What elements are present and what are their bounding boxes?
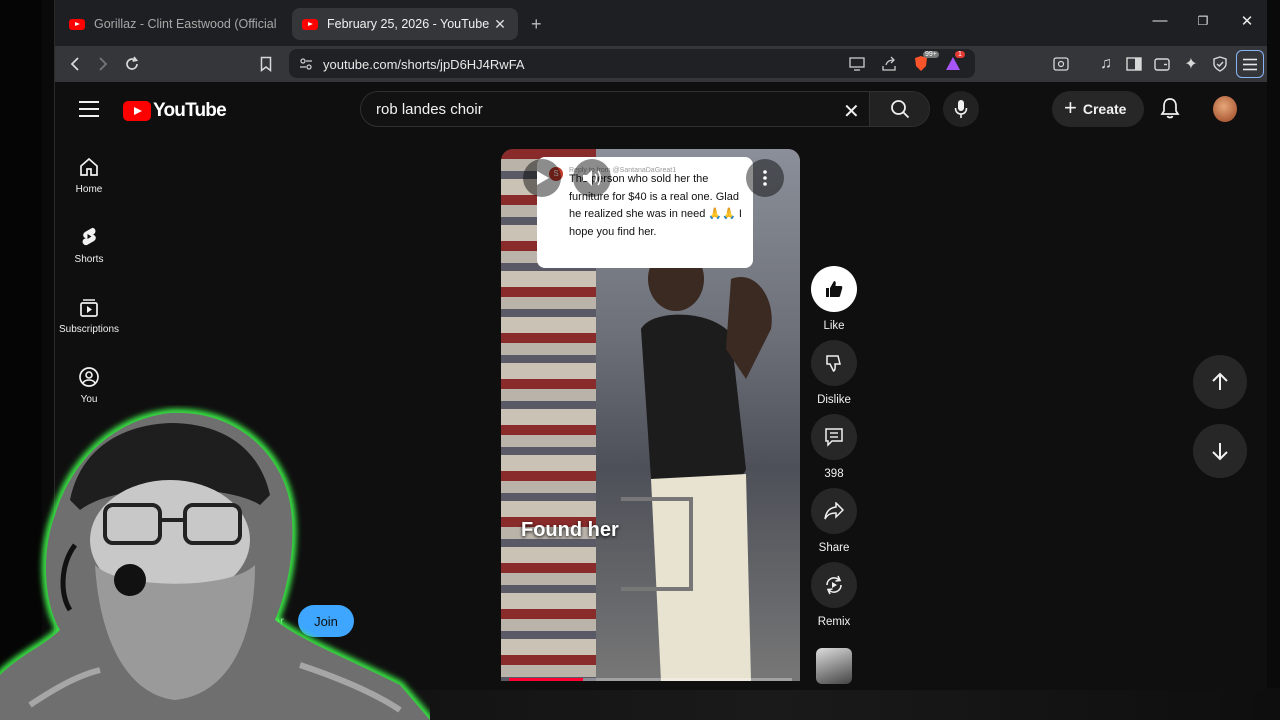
video-person bbox=[621, 247, 772, 681]
search-icon bbox=[891, 100, 910, 119]
volume-icon bbox=[583, 170, 601, 186]
video-progress-bar[interactable] bbox=[509, 678, 792, 681]
previous-short-button[interactable] bbox=[1193, 355, 1247, 409]
music-icon[interactable]: ♫ bbox=[1096, 54, 1116, 74]
restore-icon[interactable]: ❐ bbox=[1193, 14, 1213, 28]
menu-icon[interactable] bbox=[1236, 50, 1264, 78]
back-icon[interactable] bbox=[65, 54, 85, 74]
youtube-play-icon bbox=[123, 101, 151, 121]
remix-button[interactable]: Remix bbox=[811, 562, 857, 628]
dislike-button[interactable]: Dislike bbox=[811, 340, 857, 406]
reload-icon[interactable] bbox=[122, 54, 142, 74]
search-button[interactable] bbox=[869, 92, 929, 126]
address-bar[interactable]: youtube.com/shorts/jpD6HJ4RwFA 99+ 1 bbox=[289, 49, 975, 78]
tab-title: February 25, 2026 - YouTube bbox=[327, 17, 490, 31]
next-short-button[interactable] bbox=[1193, 424, 1247, 478]
comment-icon bbox=[825, 428, 843, 447]
bookmark-icon[interactable] bbox=[256, 54, 276, 74]
volume-button[interactable] bbox=[573, 159, 611, 197]
notifications-icon[interactable] bbox=[1160, 97, 1180, 124]
rewards-badge: 1 bbox=[955, 51, 965, 58]
plus-icon: + bbox=[1064, 95, 1077, 120]
tab-gorillaz[interactable]: Gorillaz - Clint Eastwood (Official Vid bbox=[59, 8, 289, 40]
browser-toolbar: youtube.com/shorts/jpD6HJ4RwFA 99+ 1 ♫ ✦ bbox=[55, 46, 1267, 82]
youtube-logo-text: YouTube bbox=[153, 100, 227, 121]
minimize-icon[interactable]: — bbox=[1150, 12, 1170, 29]
cast-icon[interactable] bbox=[849, 57, 865, 71]
microphone-icon bbox=[954, 100, 968, 118]
nav-you[interactable]: You bbox=[55, 366, 123, 405]
play-button[interactable] bbox=[523, 159, 561, 197]
youtube-favicon-icon bbox=[69, 18, 85, 30]
youtube-logo[interactable]: YouTube bbox=[123, 100, 227, 122]
more-options-button[interactable] bbox=[746, 159, 784, 197]
clear-search-icon[interactable]: ✕ bbox=[843, 99, 860, 124]
sound-thumbnail[interactable] bbox=[816, 648, 852, 684]
forward-icon[interactable] bbox=[93, 54, 113, 74]
create-label: Create bbox=[1082, 101, 1127, 117]
tab-youtube-active[interactable]: February 25, 2026 - YouTube ✕ bbox=[292, 8, 518, 40]
new-tab-button[interactable]: + bbox=[531, 14, 542, 35]
nav-label: You bbox=[80, 394, 98, 405]
nav-label: Subscriptions bbox=[58, 324, 120, 335]
vpn-icon[interactable] bbox=[1210, 54, 1230, 74]
progress-fill bbox=[509, 678, 583, 681]
like-button[interactable]: Like bbox=[811, 266, 857, 332]
tab-title: Gorillaz - Clint Eastwood (Official Vid bbox=[94, 17, 279, 31]
shields-badge: 99+ bbox=[923, 51, 939, 58]
dislike-label: Dislike bbox=[817, 394, 851, 406]
tab-strip: Gorillaz - Clint Eastwood (Official Vid … bbox=[55, 0, 1267, 46]
you-icon bbox=[79, 367, 99, 387]
close-window-icon[interactable]: ✕ bbox=[1237, 12, 1257, 30]
comment-reply-card: S Reply to from @SantanaDaGreat1 The per… bbox=[537, 157, 753, 268]
arrow-up-icon bbox=[1212, 372, 1228, 390]
like-label: Like bbox=[823, 320, 845, 332]
create-button[interactable]: + Create bbox=[1052, 91, 1144, 127]
leo-ai-icon[interactable]: ✦ bbox=[1181, 54, 1201, 74]
comment-count: 398 bbox=[824, 468, 844, 480]
webcam-overlay bbox=[0, 408, 430, 720]
thumbs-down-icon bbox=[826, 355, 841, 372]
nav-subscriptions[interactable]: Subscriptions bbox=[55, 296, 123, 335]
play-icon bbox=[537, 171, 549, 185]
sidebar-toggle-icon[interactable] bbox=[1124, 54, 1144, 74]
subscriptions-icon bbox=[80, 299, 98, 317]
remix-label: Remix bbox=[817, 616, 851, 628]
wallet-icon[interactable] bbox=[1152, 54, 1172, 74]
site-info-icon[interactable] bbox=[299, 57, 313, 71]
shorts-player[interactable]: S Reply to from @SantanaDaGreat1 The per… bbox=[501, 149, 800, 681]
screen: Gorillaz - Clint Eastwood (Official Vid … bbox=[0, 0, 1280, 720]
search-box: ✕ bbox=[360, 91, 930, 127]
close-tab-icon[interactable]: ✕ bbox=[492, 16, 508, 32]
nav-label: Home bbox=[75, 184, 103, 195]
comments-button[interactable]: 398 bbox=[811, 414, 857, 480]
url-text: youtube.com/shorts/jpD6HJ4RwFA bbox=[323, 57, 525, 72]
search-input[interactable] bbox=[376, 101, 816, 118]
nav-home[interactable]: Home bbox=[55, 156, 123, 195]
share-label: Share bbox=[818, 542, 850, 554]
nav-shorts[interactable]: Shorts bbox=[55, 226, 123, 265]
guide-menu-icon[interactable] bbox=[79, 101, 99, 117]
remix-icon bbox=[826, 575, 842, 595]
account-avatar[interactable] bbox=[1213, 96, 1237, 122]
nav-label: Shorts bbox=[74, 254, 104, 265]
home-icon bbox=[80, 157, 98, 176]
youtube-favicon-icon bbox=[302, 18, 318, 30]
shorts-icon bbox=[82, 227, 96, 246]
reader-mode-icon[interactable] bbox=[1051, 54, 1071, 74]
share-button[interactable]: Share bbox=[811, 488, 857, 554]
arrow-down-icon bbox=[1212, 443, 1228, 461]
more-vert-icon bbox=[763, 170, 767, 186]
share-icon bbox=[824, 502, 844, 520]
video-caption: Found her bbox=[521, 519, 619, 541]
share-page-icon[interactable] bbox=[881, 56, 897, 72]
thumbs-up-icon bbox=[826, 281, 843, 297]
voice-search-button[interactable] bbox=[943, 91, 979, 127]
